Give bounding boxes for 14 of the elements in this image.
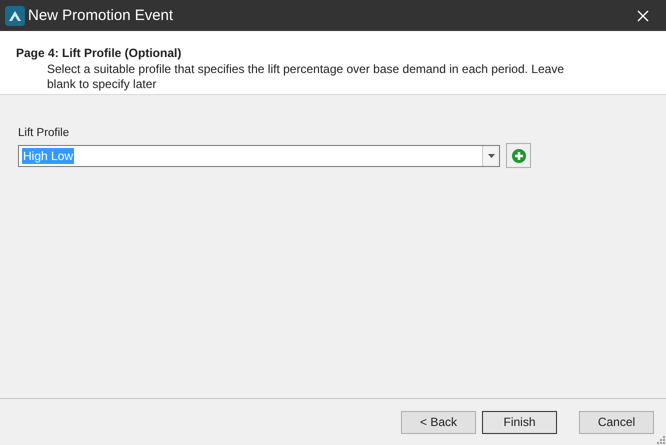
app-logo-icon: [5, 6, 25, 26]
page-description: Select a suitable profile that specifies the lift percentage over base demand in each period. Leave blank to specify later: [47, 62, 565, 92]
page-title: Page 4: Lift Profile (Optional): [16, 46, 182, 60]
dialog-button[interactable]: < Back: [401, 410, 476, 434]
resize-grip-icon[interactable]: [657, 436, 665, 444]
dropdown-arrow-icon[interactable]: [488, 154, 494, 158]
window-title: New Promotion Event: [28, 7, 174, 24]
plus-icon: [512, 148, 526, 162]
close-icon[interactable]: [637, 10, 649, 22]
field-label: Lift Profile: [18, 127, 70, 139]
dialog-button[interactable]: Finish: [482, 410, 557, 434]
dialog-button[interactable]: Cancel: [579, 410, 654, 434]
add-button[interactable]: [506, 143, 531, 168]
selected-text: High Low: [22, 148, 74, 164]
